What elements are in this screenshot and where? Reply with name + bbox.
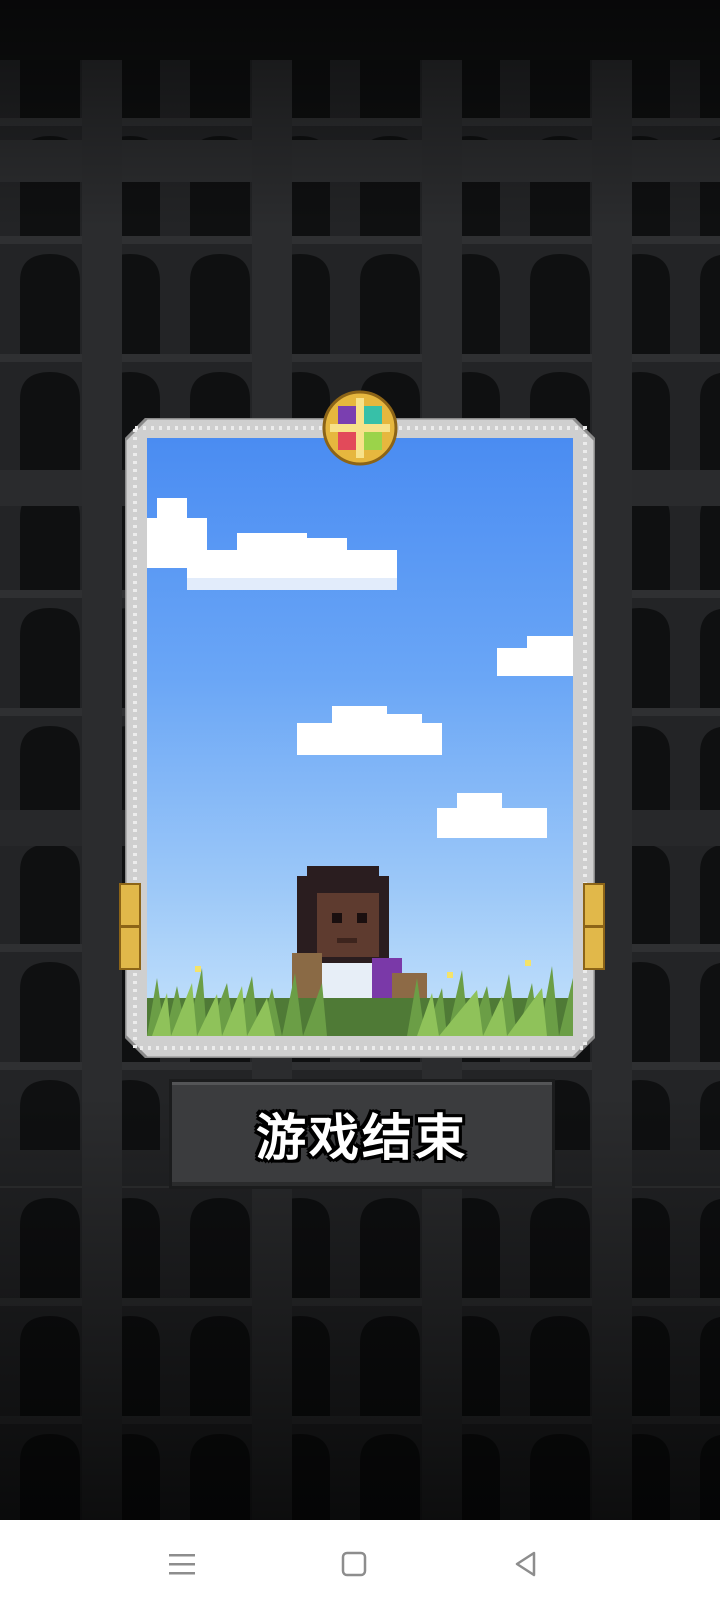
cloud-4	[437, 793, 547, 838]
gold-trim-right-bottom	[583, 926, 605, 970]
four-gem-emblem-icon	[322, 390, 398, 466]
game-over-panel: 游戏结束	[169, 1079, 555, 1189]
scene-art	[147, 498, 573, 1036]
gold-trim-right-top	[583, 883, 605, 927]
menu-icon	[169, 1554, 195, 1575]
card-scene	[147, 438, 573, 1036]
gold-trim-left-bottom	[119, 926, 141, 970]
cloud-1	[147, 498, 397, 590]
home-button[interactable]	[332, 1542, 376, 1586]
cloud-3	[297, 706, 442, 755]
gold-trim-left-top	[119, 883, 141, 927]
system-navigation-bar	[0, 1520, 720, 1608]
home-square-icon	[341, 1551, 367, 1577]
back-triangle-icon	[515, 1551, 536, 1577]
cloud-1-shade	[187, 578, 397, 590]
cloud-2	[497, 636, 573, 676]
game-over-title: 游戏结束	[256, 1109, 468, 1167]
character-card	[119, 390, 605, 1058]
menu-button[interactable]	[160, 1542, 204, 1586]
back-button[interactable]	[504, 1542, 548, 1586]
game-screen: 游戏结束	[0, 0, 720, 1520]
